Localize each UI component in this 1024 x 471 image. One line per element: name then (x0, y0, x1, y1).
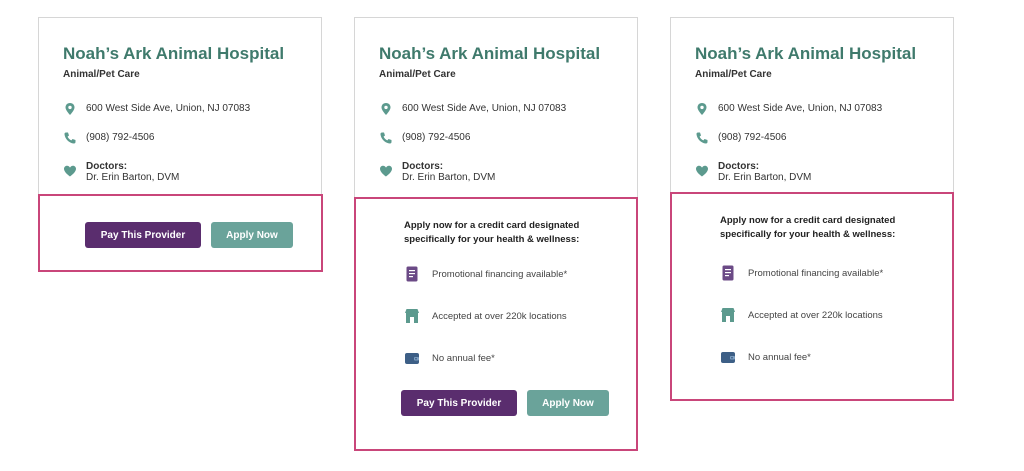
feature-text: Accepted at over 220k locations (432, 311, 567, 322)
phone-icon (696, 132, 708, 144)
apply-now-button[interactable]: Apply Now (527, 390, 609, 416)
provider-name: Noah’s Ark Animal Hospital (695, 44, 917, 63)
doctors-label: Doctors: (718, 161, 760, 172)
heart-icon (64, 165, 76, 177)
doctor-name: Dr. Erin Barton, DVM (718, 172, 812, 183)
storefront-icon (721, 308, 735, 322)
heart-icon (380, 165, 392, 177)
phone-icon (380, 132, 392, 144)
apply-now-button[interactable]: Apply Now (211, 222, 293, 248)
provider-phone: (908) 792-4506 (86, 132, 155, 143)
provider-category: Animal/Pet Care (379, 69, 456, 80)
provider-address: 600 West Side Ave, Union, NJ 07083 (402, 103, 567, 114)
provider-card-1: Noah’s Ark Animal Hospital Animal/Pet Ca… (38, 17, 322, 197)
provider-phone: (908) 792-4506 (718, 132, 787, 143)
provider-name: Noah’s Ark Animal Hospital (379, 44, 601, 63)
feature-text: Promotional financing available* (748, 268, 884, 279)
document-icon (406, 266, 418, 282)
action-box-1: Pay This Provider Apply Now (38, 194, 323, 272)
doctors-label: Doctors: (86, 161, 128, 172)
provider-address: 600 West Side Ave, Union, NJ 07083 (86, 103, 251, 114)
provider-card-2: Noah’s Ark Animal Hospital Animal/Pet Ca… (354, 17, 638, 201)
credit-box-3: Apply now for a credit card designated s… (670, 192, 954, 401)
provider-phone: (908) 792-4506 (402, 132, 471, 143)
pay-provider-button[interactable]: Pay This Provider (401, 390, 517, 416)
feature-text: No annual fee* (432, 353, 495, 364)
heart-icon (696, 165, 708, 177)
feature-text: Accepted at over 220k locations (748, 310, 883, 321)
pay-provider-button[interactable]: Pay This Provider (85, 222, 201, 248)
doctor-name: Dr. Erin Barton, DVM (402, 172, 496, 183)
doctor-name: Dr. Erin Barton, DVM (86, 172, 180, 183)
wallet-icon (405, 353, 419, 364)
doctors-label: Doctors: (402, 161, 444, 172)
location-pin-icon (697, 103, 707, 115)
phone-icon (64, 132, 76, 144)
wallet-icon (721, 352, 735, 363)
location-pin-icon (65, 103, 75, 115)
provider-name: Noah’s Ark Animal Hospital (63, 44, 285, 63)
provider-category: Animal/Pet Care (63, 69, 140, 80)
provider-card-3: Noah’s Ark Animal Hospital Animal/Pet Ca… (670, 17, 954, 197)
provider-address: 600 West Side Ave, Union, NJ 07083 (718, 103, 883, 114)
document-icon (722, 265, 734, 281)
credit-intro: Apply now for a credit card designated s… (404, 220, 580, 245)
storefront-icon (405, 309, 419, 323)
feature-text: Promotional financing available* (432, 269, 568, 280)
provider-category: Animal/Pet Care (695, 69, 772, 80)
feature-text: No annual fee* (748, 352, 811, 363)
location-pin-icon (381, 103, 391, 115)
credit-intro: Apply now for a credit card designated s… (720, 215, 896, 240)
credit-box-2: Apply now for a credit card designated s… (354, 197, 638, 451)
